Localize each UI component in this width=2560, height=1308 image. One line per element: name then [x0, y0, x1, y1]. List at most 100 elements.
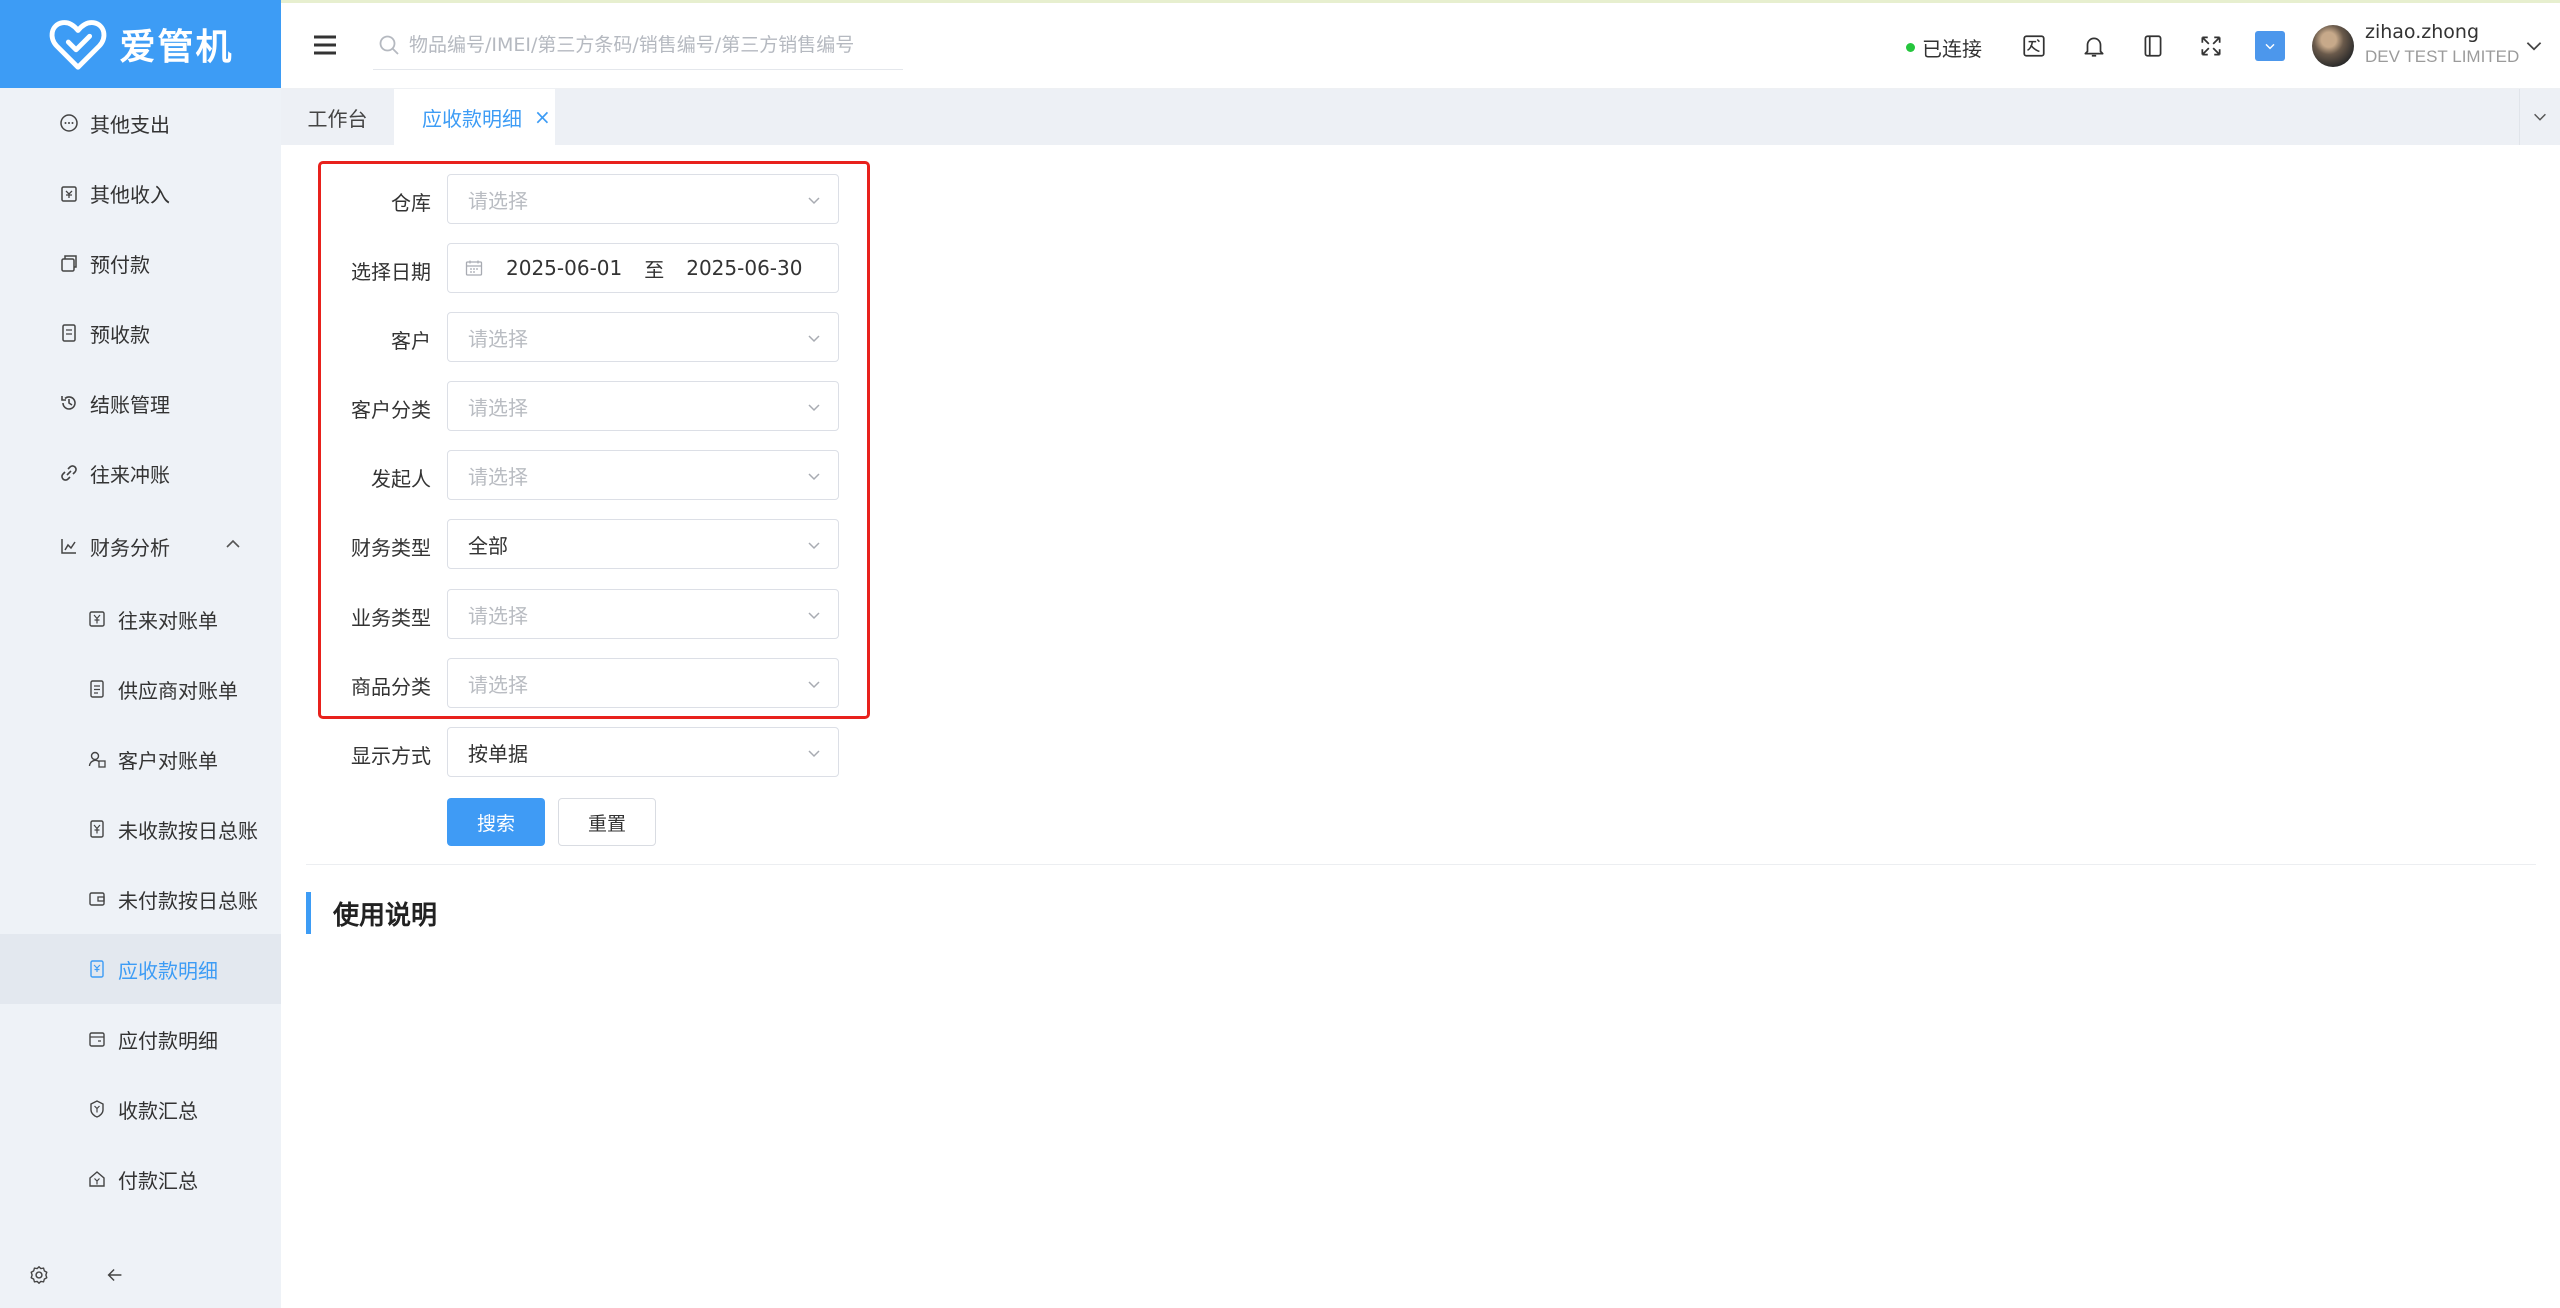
user-info[interactable]: zihao.zhong DEV TEST LIMITED — [2365, 21, 2519, 67]
section-title: 使用说明 — [306, 892, 437, 934]
settings-gear-icon[interactable] — [26, 1262, 52, 1288]
sidebar-item-payment-summary[interactable]: 付款汇总 — [0, 1144, 281, 1214]
customer-select[interactable]: 请选择 — [447, 312, 839, 362]
payable-icon — [86, 1028, 108, 1050]
form-row-initiator: 发起人 请选择 — [281, 450, 1181, 502]
filter-form: 仓库 请选择 选择日期 2025-06-01 至 2025-06-30 客户 请… — [281, 145, 2560, 1308]
sidebar-item-customer-statement[interactable]: 客户对账单 — [0, 724, 281, 794]
sidebar-item-label: 供应商对账单 — [118, 678, 238, 703]
initiator-select[interactable]: 请选择 — [447, 450, 839, 500]
date-range-picker[interactable]: 2025-06-01 至 2025-06-30 — [447, 243, 839, 293]
form-row-customer: 客户 请选择 — [281, 312, 1181, 364]
customer-label: 客户 — [391, 329, 431, 353]
receivable-icon — [86, 958, 108, 980]
sidebar-item-label: 应付款明细 — [118, 1028, 218, 1053]
sidebar-item-finance-analysis[interactable]: 财务分析 — [0, 508, 281, 584]
sidebar-item-collection-summary[interactable]: 收款汇总 — [0, 1074, 281, 1144]
hamburger-menu-icon[interactable] — [311, 31, 339, 59]
app-logo[interactable]: 爱管机 — [0, 0, 281, 88]
sidebar-item-label: 其他收入 — [90, 182, 170, 207]
chevron-down-icon — [808, 612, 820, 620]
user-company: DEV TEST LIMITED — [2365, 47, 2520, 66]
collect-icon — [86, 1098, 108, 1120]
tab-bar: 工作台 应收款明细 × — [281, 89, 2560, 145]
form-row-finance-type: 财务类型 全部 — [281, 519, 1181, 571]
prepay-icon — [58, 252, 80, 274]
sidebar-item-closing[interactable]: 结账管理 — [0, 368, 281, 438]
tab-dropdown[interactable] — [2519, 89, 2560, 145]
form-row-display-mode: 显示方式 按单据 — [281, 727, 1181, 779]
select-value: 按单据 — [468, 741, 528, 766]
search-button[interactable]: 搜索 — [447, 798, 545, 846]
analysis-icon — [58, 535, 80, 557]
sidebar-item-unreceived-daily[interactable]: 未收款按日总账 — [0, 794, 281, 864]
collapse-arrow-icon[interactable] — [102, 1262, 128, 1288]
sidebar-item-label: 未付款按日总账 — [118, 888, 258, 913]
chevron-down-icon — [808, 750, 820, 758]
sidebar-item-supplier-statement[interactable]: 供应商对账单 — [0, 654, 281, 724]
chevron-down-icon — [808, 404, 820, 412]
select-value: 全部 — [468, 533, 508, 558]
sidebar-item-prereceipt[interactable]: 预收款 — [0, 298, 281, 368]
product-category-select[interactable]: 请选择 — [447, 658, 839, 708]
form-row-customer-category: 客户分类 请选择 — [281, 381, 1181, 433]
connection-status: 已连接 — [1906, 33, 1982, 62]
business-type-select[interactable]: 请选择 — [447, 589, 839, 639]
sidebar: 爱管机 其他支出 其他收入 预付款 预收款 结账管理 往来冲账 财务分析 往来对… — [0, 0, 281, 1308]
search-icon — [379, 35, 399, 55]
payment-icon — [86, 1168, 108, 1190]
notebook-icon[interactable] — [2138, 31, 2168, 61]
search-input[interactable] — [407, 33, 881, 57]
wallet-icon — [86, 888, 108, 910]
sidebar-item-label: 付款汇总 — [118, 1168, 198, 1193]
divider — [306, 864, 2536, 865]
end-date[interactable]: 2025-06-30 — [686, 256, 802, 280]
sidebar-item-label: 预收款 — [90, 322, 150, 347]
chevron-down-icon — [808, 197, 820, 205]
translate-icon[interactable] — [2019, 31, 2049, 61]
warehouse-select[interactable]: 请选择 — [447, 174, 839, 224]
user-doc-icon — [86, 748, 108, 770]
reset-button[interactable]: 重置 — [558, 798, 656, 846]
customer-category-select[interactable]: 请选择 — [447, 381, 839, 431]
finance-type-select[interactable]: 全部 — [447, 519, 839, 569]
close-icon[interactable]: × — [534, 105, 551, 129]
sidebar-item-prepayment[interactable]: 预付款 — [0, 228, 281, 298]
status-dot — [1906, 43, 1915, 52]
top-header: 已连接 zihao.zhong DEV TEST LIMITED — [281, 3, 2560, 89]
sidebar-item-other-income[interactable]: 其他收入 — [0, 158, 281, 228]
connection-status-label: 已连接 — [1922, 37, 1982, 61]
sidebar-item-label: 其他支出 — [90, 112, 170, 137]
sidebar-item-label: 收款汇总 — [118, 1098, 198, 1123]
fullscreen-icon[interactable] — [2196, 31, 2226, 61]
avatar[interactable] — [2312, 25, 2354, 67]
app-switch-icon[interactable] — [2255, 31, 2285, 61]
sidebar-item-payable-detail[interactable]: 应付款明细 — [0, 1004, 281, 1074]
date-separator: 至 — [644, 257, 665, 282]
sidebar-item-offset[interactable]: 往来冲账 — [0, 438, 281, 508]
user-name: zihao.zhong — [2365, 21, 2480, 43]
history-icon — [58, 392, 80, 414]
tab-workbench[interactable]: 工作台 — [281, 89, 394, 145]
tab-receivable-detail[interactable]: 应收款明细 × — [394, 89, 555, 145]
sidebar-item-receivable-detail[interactable]: 应收款明细 — [0, 934, 281, 1004]
form-row-product-category: 商品分类 请选择 — [281, 658, 1181, 710]
bell-icon[interactable] — [2079, 31, 2109, 61]
prereceive-icon — [58, 322, 80, 344]
chevron-down-icon — [808, 542, 820, 550]
display-mode-label: 显示方式 — [351, 744, 431, 768]
sidebar-item-statement[interactable]: 往来对账单 — [0, 584, 281, 654]
business-type-label: 业务类型 — [351, 606, 431, 630]
display-mode-select[interactable]: 按单据 — [447, 727, 839, 777]
tab-label: 工作台 — [307, 106, 368, 131]
customer-category-label: 客户分类 — [351, 398, 431, 422]
chevron-down-icon — [808, 335, 820, 343]
chevron-down-icon — [2534, 113, 2546, 121]
sidebar-item-label: 客户对账单 — [118, 748, 218, 773]
sidebar-item-unpaid-daily[interactable]: 未付款按日总账 — [0, 864, 281, 934]
select-placeholder: 请选择 — [468, 326, 528, 351]
sidebar-item-other-expense[interactable]: 其他支出 — [0, 88, 281, 158]
sidebar-item-label: 应收款明细 — [118, 958, 218, 983]
start-date[interactable]: 2025-06-01 — [506, 256, 622, 280]
chevron-down-icon[interactable] — [2523, 35, 2545, 57]
